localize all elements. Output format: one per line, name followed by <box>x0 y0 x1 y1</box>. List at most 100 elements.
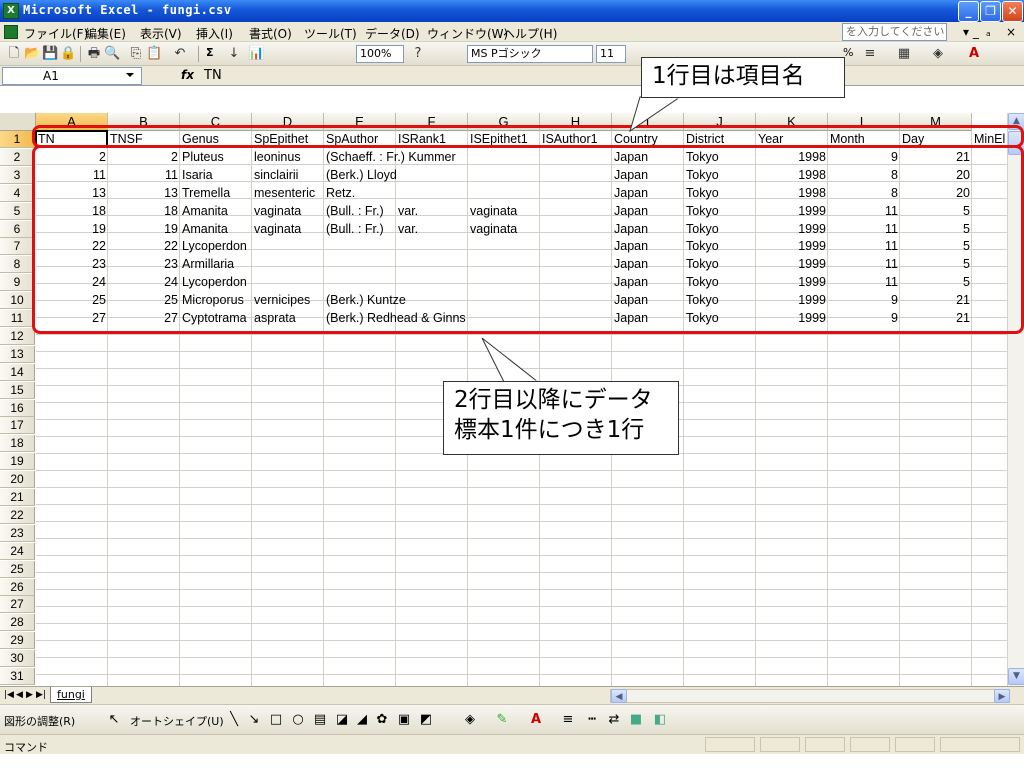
fill-color-icon[interactable]: ◈ <box>930 46 946 62</box>
scroll-left-icon[interactable]: ◀ <box>611 689 627 703</box>
copy-icon[interactable]: ⎘ <box>128 46 144 62</box>
row-header[interactable]: 10 <box>0 292 35 310</box>
textbox-icon[interactable]: ▤ <box>312 712 328 728</box>
scroll-down-icon[interactable]: ▼ <box>1008 668 1024 685</box>
paste-icon[interactable]: 📋 <box>146 46 162 62</box>
menu-data[interactable]: データ(D) <box>365 25 420 42</box>
row-header[interactable]: 1 <box>0 131 35 148</box>
row-header[interactable]: 2 <box>0 148 35 166</box>
help-search-input[interactable]: を入力してください <box>842 23 947 41</box>
row-header[interactable]: 13 <box>0 345 35 363</box>
font-color-icon[interactable]: A <box>966 46 982 62</box>
row-header[interactable]: 29 <box>0 632 35 650</box>
doc-minimize-button[interactable]: ▾ _ <box>963 25 979 39</box>
arrow-style-icon[interactable]: ⇄ <box>606 712 622 728</box>
row-header[interactable]: 31 <box>0 668 35 685</box>
indent-icon[interactable]: ≡ <box>862 46 878 62</box>
row-header[interactable]: 17 <box>0 417 35 435</box>
chevron-down-icon[interactable] <box>126 73 134 77</box>
row-header[interactable]: 7 <box>0 238 35 256</box>
row-header[interactable]: 19 <box>0 453 35 471</box>
clipart-icon[interactable]: ✿ <box>374 712 390 728</box>
fill-color-icon[interactable]: ◈ <box>462 712 478 728</box>
wordart-icon[interactable]: ◪ <box>334 712 350 728</box>
dash-style-icon[interactable]: ┅ <box>584 712 600 728</box>
autosum-button[interactable]: Σ <box>206 46 214 59</box>
row-header[interactable]: 4 <box>0 184 35 202</box>
row-header[interactable]: 3 <box>0 166 35 184</box>
select-all-corner[interactable] <box>0 113 36 131</box>
select-objects-icon[interactable]: ↖ <box>106 712 122 728</box>
row-header[interactable]: 14 <box>0 363 35 381</box>
row-header[interactable]: 20 <box>0 471 35 489</box>
permission-icon[interactable]: 🔒 <box>60 46 76 62</box>
oval-icon[interactable]: ○ <box>290 712 306 728</box>
row-header[interactable]: 27 <box>0 596 35 614</box>
close-button[interactable]: ✕ <box>1002 1 1023 22</box>
diagram-icon[interactable]: ◢ <box>354 712 370 728</box>
row-header[interactable]: 30 <box>0 650 35 668</box>
row-header[interactable]: 8 <box>0 256 35 274</box>
print-icon[interactable]: 🖶 <box>86 46 102 62</box>
new-file-icon[interactable]: 🗋 <box>6 46 22 62</box>
horizontal-scrollbar[interactable]: ◀ ▶ <box>610 689 1010 703</box>
doc-restore-button[interactable]: ₐ <box>986 25 991 39</box>
save-icon[interactable]: 💾 <box>42 46 58 62</box>
row-header[interactable]: 5 <box>0 202 35 220</box>
menu-view[interactable]: 表示(V) <box>140 25 182 42</box>
menu-insert[interactable]: 挿入(I) <box>196 25 233 42</box>
row-header[interactable]: 15 <box>0 381 35 399</box>
chart-icon[interactable]: ◩ <box>418 712 434 728</box>
menu-file[interactable]: ファイル(F) <box>24 25 88 42</box>
row-header[interactable]: 12 <box>0 327 35 345</box>
font-color-icon[interactable]: A <box>528 712 544 728</box>
row-header[interactable]: 23 <box>0 524 35 542</box>
shadow-icon[interactable]: ■ <box>628 712 644 728</box>
workbook-icon[interactable] <box>4 25 18 39</box>
font-name-select[interactable]: MS Pゴシック <box>467 45 593 63</box>
row-header[interactable]: 16 <box>0 399 35 417</box>
menu-edit[interactable]: 編集(E) <box>85 25 126 42</box>
row-header[interactable]: 22 <box>0 506 35 524</box>
excel-app-icon[interactable]: X <box>3 3 19 19</box>
row-header[interactable]: 6 <box>0 220 35 238</box>
insert-function-icon[interactable]: fx <box>181 68 194 82</box>
picture-icon[interactable]: ▣ <box>396 712 412 728</box>
sort-ascending-icon[interactable]: ↓ <box>226 46 242 62</box>
prev-sheet-icon[interactable]: ◀ <box>16 690 23 700</box>
autoshapes-menu-button[interactable]: オートシェイプ(U) <box>130 713 224 729</box>
font-size-select[interactable]: 11 <box>596 45 626 63</box>
next-sheet-icon[interactable]: ▶ <box>26 690 33 700</box>
borders-icon[interactable]: ▦ <box>896 46 912 62</box>
print-preview-icon[interactable]: 🔍 <box>104 46 120 62</box>
row-header[interactable]: 21 <box>0 489 35 506</box>
row-header[interactable]: 28 <box>0 614 35 632</box>
draw-menu-button[interactable]: 図形の調整(R) <box>4 713 75 729</box>
arrow-icon[interactable]: ↘ <box>246 712 262 728</box>
name-box[interactable]: A1 <box>2 67 142 85</box>
last-sheet-icon[interactable]: ▶| <box>36 690 46 700</box>
chart-wizard-icon[interactable]: 📊 <box>248 46 264 62</box>
doc-close-button[interactable]: × <box>1006 25 1016 39</box>
line-icon[interactable]: ╲ <box>226 712 242 728</box>
line-color-icon[interactable]: ✎ <box>494 712 510 728</box>
menu-help[interactable]: ヘルプ(H) <box>503 25 557 42</box>
scroll-right-icon[interactable]: ▶ <box>994 689 1010 703</box>
row-header[interactable]: 18 <box>0 435 35 453</box>
first-sheet-icon[interactable]: |◀ <box>4 690 14 700</box>
formula-input[interactable]: TN <box>204 68 222 83</box>
menu-format[interactable]: 書式(O) <box>249 25 292 42</box>
menu-window[interactable]: ウィンドウ(W) <box>427 25 508 42</box>
line-style-icon[interactable]: ≡ <box>560 712 576 728</box>
zoom-select[interactable]: 100% <box>356 45 404 63</box>
minimize-button[interactable]: _ <box>958 1 979 22</box>
help-icon[interactable]: ? <box>410 46 426 62</box>
row-header[interactable]: 25 <box>0 560 35 578</box>
row-header[interactable]: 11 <box>0 310 35 327</box>
undo-icon[interactable]: ↶ <box>172 46 188 62</box>
row-header[interactable]: 26 <box>0 578 35 596</box>
menu-tools[interactable]: ツール(T) <box>304 25 357 42</box>
sheet-tab-fungi[interactable]: fungi <box>50 687 92 703</box>
restore-button[interactable]: ❐ <box>980 1 1001 22</box>
3d-icon[interactable]: ◧ <box>652 712 668 728</box>
